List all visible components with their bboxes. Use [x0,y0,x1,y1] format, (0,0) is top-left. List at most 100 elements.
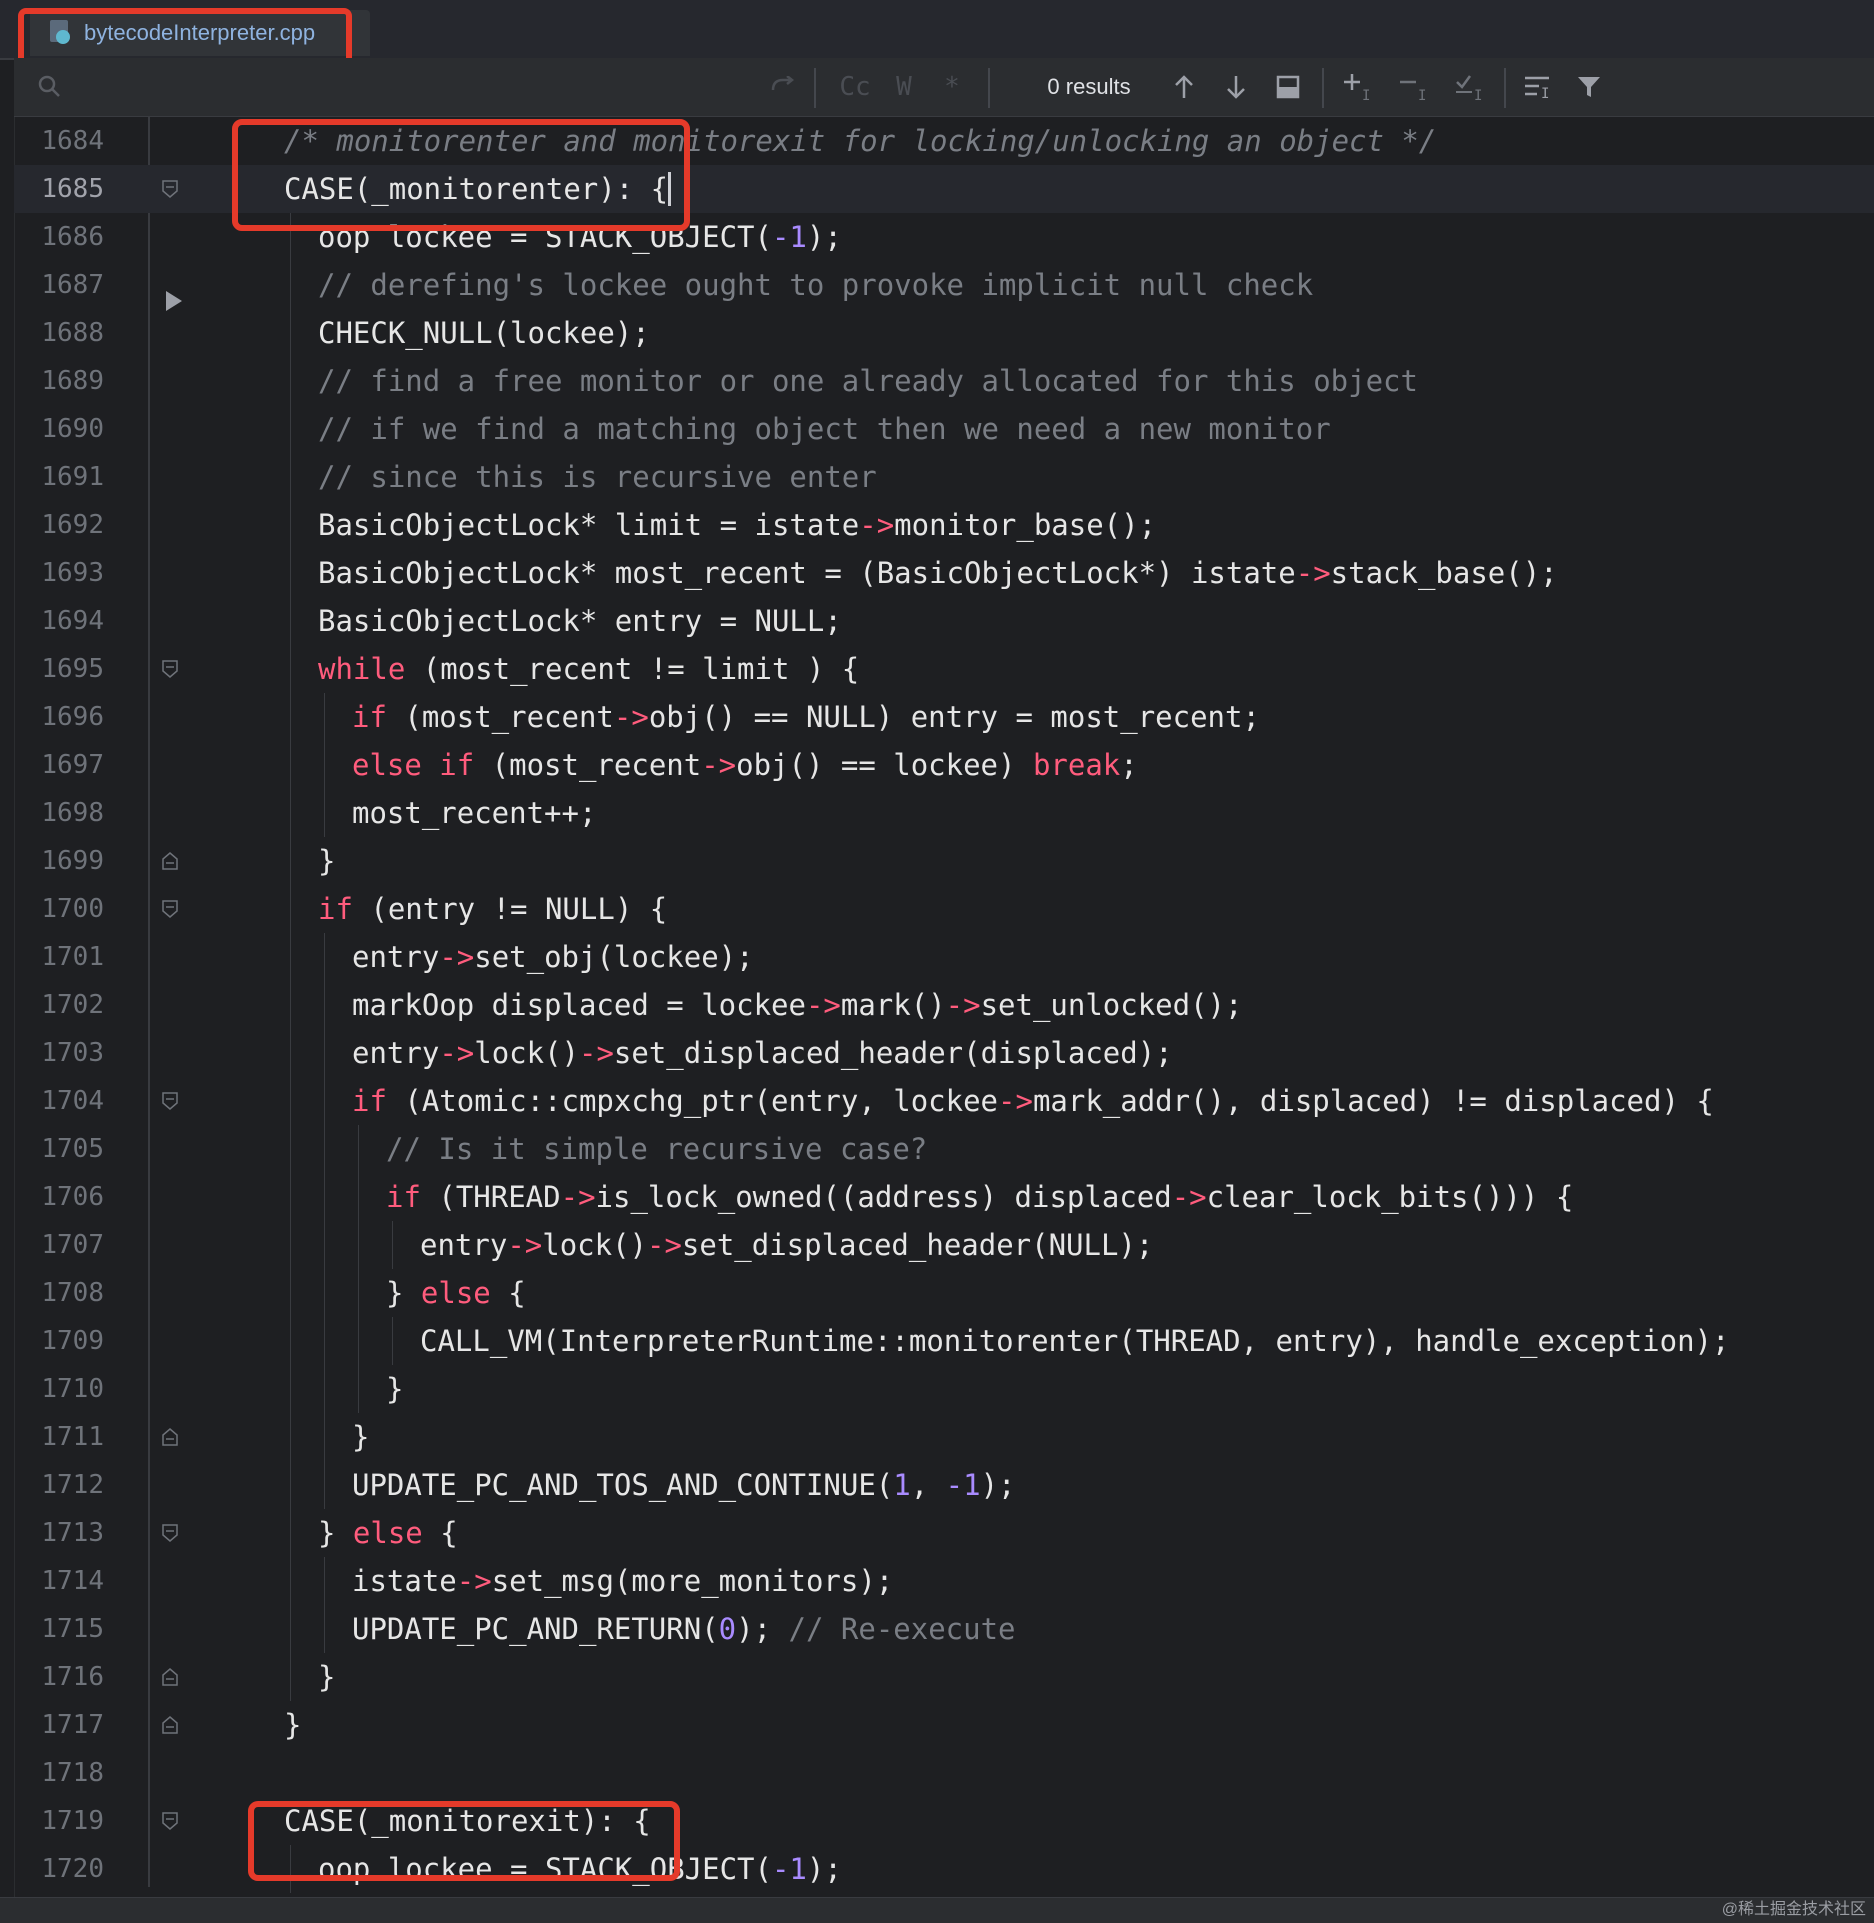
code-line[interactable]: 1715 UPDATE_PC_AND_RETURN(0); // Re-execu… [14,1605,1874,1653]
code-line[interactable]: 1717} [14,1701,1874,1749]
fold-start-icon[interactable] [162,1812,178,1830]
fold-start-icon[interactable] [162,660,178,678]
line-number[interactable]: 1701 [24,933,104,981]
code-line[interactable]: 1710} [14,1365,1874,1413]
code-line[interactable]: 1702 markOop displaced = lockee->mark()->… [14,981,1874,1029]
code-line[interactable]: 1707 entry->lock()->set_displaced_header(… [14,1221,1874,1269]
code-line[interactable]: 1691 // since this is recursive enter [14,453,1874,501]
line-number[interactable]: 1710 [24,1365,104,1413]
code-editor[interactable]: 1684 /* monitorenter and monitorexit for … [14,117,1874,1897]
line-number[interactable]: 1692 [24,501,104,549]
select-all-occurrences-icon[interactable]: I [1446,58,1496,116]
line-number[interactable]: 1719 [24,1797,104,1845]
line-number[interactable]: 1688 [24,309,104,357]
line-number[interactable]: 1700 [24,885,104,933]
code-line[interactable]: 1701 entry->set_obj(lockee); [14,933,1874,981]
code-line[interactable]: 1686 oop lockee = STACK_OBJECT(-1); [14,213,1874,261]
code-line[interactable]: 1693 BasicObjectLock* most_recent = (Basi… [14,549,1874,597]
code-line[interactable]: 1718 [14,1749,1874,1797]
code-line[interactable]: 1703 entry->lock()->set_displaced_header(… [14,1029,1874,1077]
line-number[interactable]: 1686 [24,213,104,261]
code-line[interactable]: 1711} [14,1413,1874,1461]
line-number[interactable]: 1713 [24,1509,104,1557]
fold-start-icon[interactable] [162,900,178,918]
code-line[interactable]: 1720 oop lockee = STACK_OBJECT(-1); [14,1845,1874,1893]
code-line[interactable]: 1714 istate->set_msg(more_monitors); [14,1557,1874,1605]
line-number[interactable]: 1698 [24,789,104,837]
code-line[interactable]: 1687 // derefing's lockee ought to provok… [14,261,1874,309]
code-line[interactable]: 1694 BasicObjectLock* entry = NULL; [14,597,1874,645]
code-line[interactable]: 1708} else { [14,1269,1874,1317]
funnel-filter-icon[interactable] [1566,58,1612,116]
code-line[interactable]: 1689 // find a free monitor or one alread… [14,357,1874,405]
line-number[interactable]: 1712 [24,1461,104,1509]
line-number[interactable]: 1707 [24,1221,104,1269]
line-number[interactable]: 1693 [24,549,104,597]
line-number[interactable]: 1711 [24,1413,104,1461]
line-number[interactable]: 1689 [24,357,104,405]
fold-end-icon[interactable] [162,1668,178,1686]
code-line[interactable]: 1699} [14,837,1874,885]
fold-start-icon[interactable] [162,1092,178,1110]
line-number[interactable]: 1687 [24,261,104,309]
line-number[interactable]: 1685 [24,165,104,213]
open-in-window-icon[interactable] [1266,58,1310,116]
line-number[interactable]: 1695 [24,645,104,693]
code-line[interactable]: 1712 UPDATE_PC_AND_TOS_AND_CONTINUE(1, -1… [14,1461,1874,1509]
whole-words-toggle[interactable]: W [884,58,924,116]
line-number[interactable]: 1704 [24,1077,104,1125]
line-number[interactable]: 1718 [24,1749,104,1797]
line-number[interactable]: 1696 [24,693,104,741]
fold-end-icon[interactable] [162,1716,178,1734]
line-number[interactable]: 1715 [24,1605,104,1653]
line-number[interactable]: 1703 [24,1029,104,1077]
regex-toggle[interactable]: * [932,58,972,116]
code-line[interactable]: 1713} else { [14,1509,1874,1557]
code-line[interactable]: 1692 BasicObjectLock* limit = istate->mon… [14,501,1874,549]
search-icon[interactable] [28,58,72,116]
line-number[interactable]: 1691 [24,453,104,501]
filter-search-results-icon[interactable]: I [1514,58,1560,116]
line-number[interactable]: 1694 [24,597,104,645]
add-occurrence-icon[interactable]: I [1334,58,1384,116]
line-number[interactable]: 1717 [24,1701,104,1749]
code-line[interactable]: 1697 else if (most_recent->obj() == locke… [14,741,1874,789]
previous-occurrence-icon[interactable] [1162,58,1206,116]
code-line[interactable]: 1705 // Is it simple recursive case? [14,1125,1874,1173]
next-occurrence-icon[interactable] [1214,58,1258,116]
arrow-token: -> [998,1084,1033,1118]
code-line[interactable]: 1684 /* monitorenter and monitorexit for … [14,117,1874,165]
code-line[interactable]: 1688 CHECK_NULL(lockee); [14,309,1874,357]
line-number[interactable]: 1705 [24,1125,104,1173]
remove-occurrence-icon[interactable]: I [1390,58,1440,116]
line-number[interactable]: 1699 [24,837,104,885]
fold-start-icon[interactable] [162,1524,178,1542]
file-tab[interactable]: bytecodeInterpreter.cpp [30,10,370,56]
code-line[interactable]: 1698 most_recent++; [14,789,1874,837]
code-line[interactable]: 1690 // if we find a matching object then… [14,405,1874,453]
line-number[interactable]: 1709 [24,1317,104,1365]
code-line[interactable]: 1700 if (entry != NULL) { [14,885,1874,933]
fold-end-icon[interactable] [162,1428,178,1446]
line-number[interactable]: 1720 [24,1845,104,1893]
code-line[interactable]: 1685 CASE(_monitorenter): { [14,165,1874,213]
line-number[interactable]: 1702 [24,981,104,1029]
line-number[interactable]: 1714 [24,1557,104,1605]
line-number[interactable]: 1690 [24,405,104,453]
fold-start-icon[interactable] [162,180,178,198]
match-case-toggle[interactable]: Cc [832,58,878,116]
line-number[interactable]: 1716 [24,1653,104,1701]
fold-end-icon[interactable] [162,852,178,870]
code-line[interactable]: 1695 while (most_recent != limit ) { [14,645,1874,693]
line-number[interactable]: 1697 [24,741,104,789]
code-line[interactable]: 1719 CASE(_monitorexit): { [14,1797,1874,1845]
code-line[interactable]: 1696 if (most_recent->obj() == NULL) entr… [14,693,1874,741]
code-line[interactable]: 1704 if (Atomic::cmpxchg_ptr(entry, locke… [14,1077,1874,1125]
regex-history-icon[interactable] [762,58,802,116]
line-number[interactable]: 1708 [24,1269,104,1317]
line-number[interactable]: 1684 [24,117,104,165]
code-line[interactable]: 1716} [14,1653,1874,1701]
line-number[interactable]: 1706 [24,1173,104,1221]
code-line[interactable]: 1709 CALL_VM(InterpreterRuntime::monitore… [14,1317,1874,1365]
code-line[interactable]: 1706 if (THREAD->is_lock_owned((address) … [14,1173,1874,1221]
